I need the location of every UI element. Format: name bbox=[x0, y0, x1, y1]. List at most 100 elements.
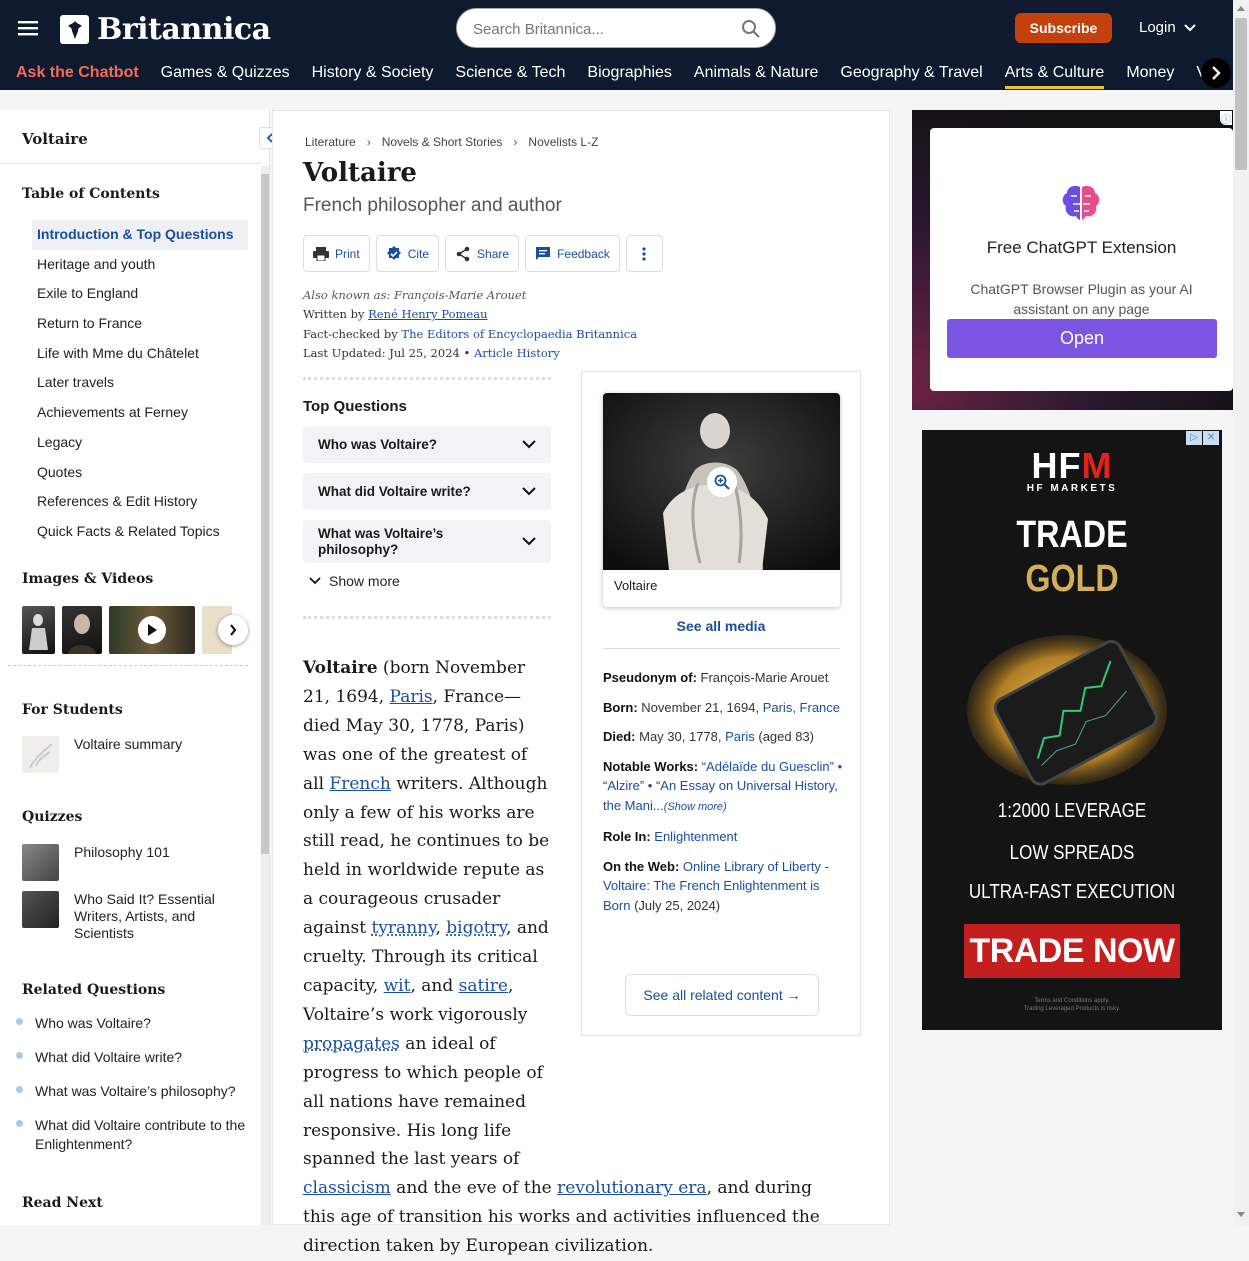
hfm-trade-gold-ad[interactable]: ▷ ✕ HFM HF MARKETS TRADE GOLD 1:2000 LEVE… bbox=[922, 430, 1222, 1030]
top-question-item[interactable]: What did Voltaire write? bbox=[303, 473, 551, 510]
nav-games-quizzes[interactable]: Games & Quizzes bbox=[161, 64, 290, 89]
trade-now-button[interactable]: TRADE NOW bbox=[964, 924, 1180, 978]
nav-scroll-right-button[interactable] bbox=[1201, 58, 1231, 88]
breadcrumb-item[interactable]: Literature bbox=[305, 135, 356, 149]
zoom-icon[interactable] bbox=[707, 467, 737, 497]
thumbnails-next-button[interactable] bbox=[218, 615, 248, 645]
ad-description: ChatGPT Browser Plugin as your AI assist… bbox=[960, 279, 1203, 319]
see-all-related-button[interactable]: See all related content → bbox=[625, 974, 819, 1016]
fact-value: François-Marie Arouet bbox=[697, 670, 829, 685]
top-question-item[interactable]: What was Voltaire’s philosophy? bbox=[303, 520, 551, 563]
toc-item[interactable]: Return to France bbox=[32, 309, 248, 339]
toc-item[interactable]: Introduction & Top Questions bbox=[32, 220, 248, 250]
see-all-media-link[interactable]: See all media bbox=[582, 618, 860, 634]
sidebar-scroll-thumb[interactable] bbox=[261, 174, 269, 854]
toc-item[interactable]: Quick Facts & Related Topics bbox=[32, 517, 248, 547]
article-subject: Voltaire bbox=[303, 658, 378, 678]
nav-biographies[interactable]: Biographies bbox=[587, 64, 672, 89]
related-questions-heading: Related Questions bbox=[22, 982, 165, 998]
media-thumb-video[interactable] bbox=[109, 606, 195, 654]
subscribe-button[interactable]: Subscribe bbox=[1015, 13, 1112, 43]
link-classicism[interactable]: classicism bbox=[303, 1178, 391, 1198]
ad-info-icon[interactable]: ⓘ bbox=[1220, 111, 1232, 125]
link-wit[interactable]: wit bbox=[384, 976, 411, 996]
ad-controls: ▷ ✕ bbox=[1186, 431, 1219, 445]
author-link[interactable]: René Henry Pomeau bbox=[368, 307, 487, 321]
page-scrollbar[interactable] bbox=[1233, 0, 1249, 1225]
role-link[interactable]: Enlightenment bbox=[651, 829, 738, 844]
link-satire[interactable]: satire bbox=[459, 976, 508, 996]
related-question[interactable]: What did Voltaire write? bbox=[16, 1048, 246, 1067]
nav-money[interactable]: Money bbox=[1126, 64, 1174, 89]
toc-item[interactable]: Heritage and youth bbox=[32, 250, 248, 280]
ad-choices-icon[interactable]: ▷ bbox=[1186, 431, 1202, 445]
toc-item[interactable]: Life with Mme du Châtelet bbox=[32, 339, 248, 369]
toc-item[interactable]: Exile to England bbox=[32, 279, 248, 309]
related-question[interactable]: What was Voltaire’s philosophy? bbox=[16, 1082, 246, 1101]
toc-item[interactable]: Quotes bbox=[32, 458, 248, 488]
toc-item[interactable]: Achievements at Ferney bbox=[32, 398, 248, 428]
fact-label: Notable Works: bbox=[603, 759, 698, 774]
nav-ask-chatbot[interactable]: Ask the Chatbot bbox=[16, 64, 139, 82]
died-place-link[interactable]: Paris bbox=[725, 729, 755, 744]
link-propagates[interactable]: propagates bbox=[303, 1034, 400, 1054]
nav-history-society[interactable]: History & Society bbox=[312, 64, 434, 89]
also-known-as: Also known as: François-Marie Arouet bbox=[303, 286, 637, 305]
article-sidebar: Voltaire Table of Contents Introduction … bbox=[0, 110, 270, 1225]
article-history-link[interactable]: Article History bbox=[474, 346, 560, 360]
main-navigation: Ask the Chatbot Games & Quizzes History … bbox=[0, 56, 1229, 90]
britannica-logo[interactable]: Britannica bbox=[60, 12, 271, 47]
media-thumb-statue[interactable] bbox=[22, 606, 55, 654]
student-summary-link[interactable]: Voltaire summary bbox=[22, 736, 182, 773]
link-revolutionary-era[interactable]: revolutionary era bbox=[557, 1178, 706, 1198]
more-options-button[interactable] bbox=[626, 235, 663, 272]
nav-science-tech[interactable]: Science & Tech bbox=[455, 64, 565, 89]
link-paris[interactable]: Paris bbox=[390, 687, 433, 707]
media-thumb-portrait[interactable] bbox=[62, 606, 102, 654]
nav-geography-travel[interactable]: Geography & Travel bbox=[840, 64, 982, 89]
top-question-item[interactable]: Who was Voltaire? bbox=[303, 426, 551, 463]
lead-media-card[interactable]: Voltaire bbox=[603, 393, 840, 607]
related-question[interactable]: Who was Voltaire? bbox=[16, 1014, 246, 1033]
ad-close-icon[interactable]: ✕ bbox=[1203, 431, 1219, 445]
top-question-label: What did Voltaire write? bbox=[318, 484, 471, 499]
toc-item[interactable]: References & Edit History bbox=[32, 487, 248, 517]
print-button[interactable]: Print bbox=[303, 235, 370, 272]
link-bigotry[interactable]: bigotry bbox=[446, 918, 506, 938]
breadcrumb-item[interactable]: Novels & Short Stories bbox=[382, 135, 503, 149]
toc-item[interactable]: Later travels bbox=[32, 368, 248, 398]
play-icon[interactable] bbox=[138, 616, 166, 644]
show-more-questions[interactable]: Show more bbox=[303, 573, 551, 589]
share-button[interactable]: Share bbox=[445, 235, 519, 272]
chatgpt-extension-ad[interactable]: Free ChatGPT Extension ChatGPT Browser P… bbox=[912, 110, 1233, 410]
cite-button[interactable]: Cite bbox=[376, 235, 439, 272]
infobox-divider bbox=[603, 648, 840, 649]
fact-value: (aged 83) bbox=[755, 729, 814, 744]
ad-open-button[interactable]: Open bbox=[947, 319, 1217, 358]
nav-arts-culture[interactable]: Arts & Culture bbox=[1005, 64, 1105, 89]
quiz-link[interactable]: Who Said It? Essential Writers, Artists,… bbox=[22, 891, 232, 942]
fact-checker-link[interactable]: The Editors of Encyclopaedia Britannica bbox=[401, 327, 637, 341]
nav-animals-nature[interactable]: Animals & Nature bbox=[694, 64, 819, 89]
sidebar-scrollbar[interactable] bbox=[261, 166, 269, 1225]
born-place-link[interactable]: Paris, France bbox=[763, 700, 840, 715]
show-more-works[interactable]: (Show more) bbox=[664, 801, 727, 813]
scrollbar-thumb[interactable] bbox=[1235, 18, 1247, 170]
feedback-button[interactable]: Feedback bbox=[525, 235, 620, 272]
hamburger-menu-icon[interactable] bbox=[16, 16, 40, 40]
toc-item[interactable]: Legacy bbox=[32, 428, 248, 458]
search-icon[interactable] bbox=[741, 19, 761, 39]
related-question[interactable]: What did Voltaire contribute to the Enli… bbox=[16, 1116, 246, 1154]
bullet-dot bbox=[16, 1086, 23, 1093]
fact-pseudonym: Pseudonym of: François-Marie Arouet bbox=[603, 668, 846, 688]
link-tyranny[interactable]: tyranny bbox=[372, 918, 436, 938]
link-french[interactable]: French bbox=[329, 774, 390, 794]
login-menu[interactable]: Login bbox=[1139, 19, 1196, 36]
thistle-logo-icon bbox=[60, 15, 89, 44]
last-updated-line: Last Updated: Jul 25, 2024 • Article His… bbox=[303, 344, 637, 363]
search-input[interactable] bbox=[473, 18, 733, 40]
search-box[interactable] bbox=[456, 8, 776, 48]
breadcrumb-item[interactable]: Novelists L-Z bbox=[528, 135, 598, 149]
article-meta: Also known as: François-Marie Arouet Wri… bbox=[303, 286, 637, 363]
quiz-link[interactable]: Philosophy 101 bbox=[22, 844, 170, 881]
